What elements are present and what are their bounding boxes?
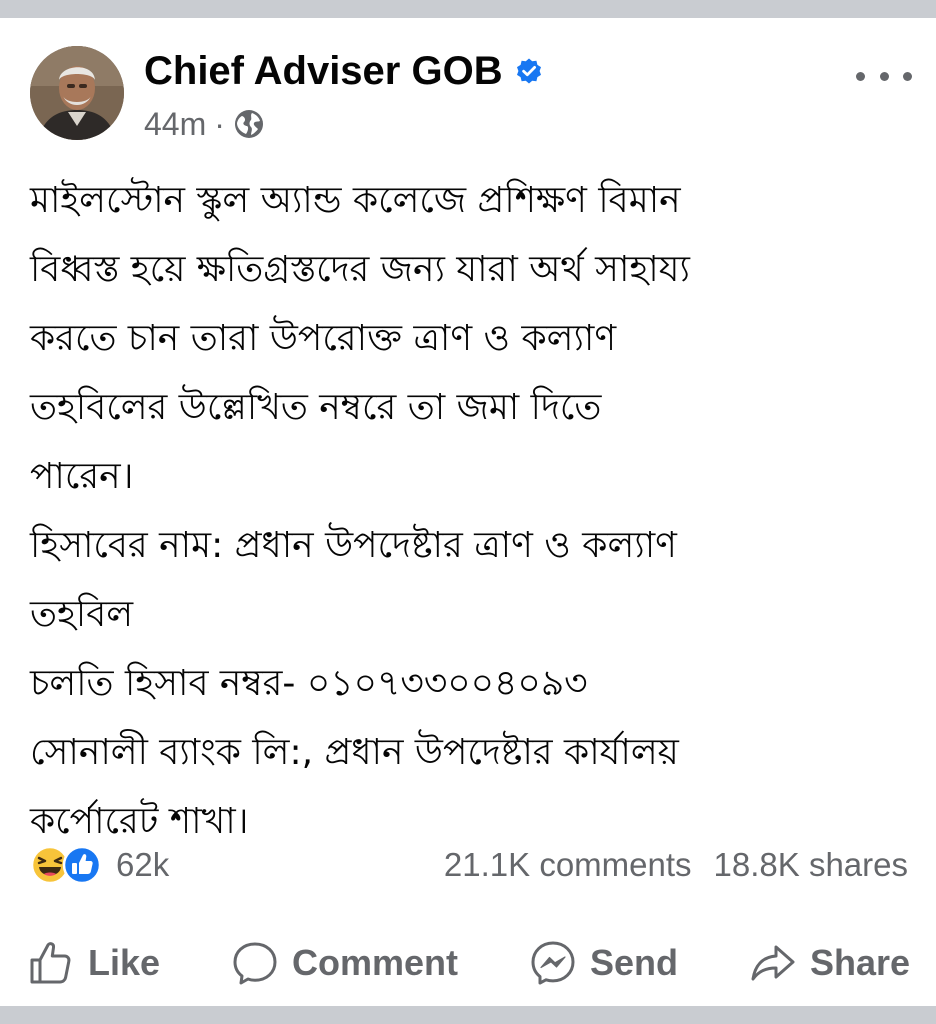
- meta-separator: ·: [214, 105, 225, 142]
- share-button[interactable]: Share: [748, 938, 910, 988]
- verified-badge-icon: [515, 57, 543, 85]
- engagement-counts: 21.1K comments 18.8K shares: [444, 846, 908, 884]
- post-meta: 44m ·: [144, 104, 543, 144]
- post-text-line: হিসাবের নাম: প্রধান উপদেষ্টার ত্রাণ ও কল…: [30, 525, 677, 566]
- send-label: Send: [589, 942, 678, 983]
- share-arrow-icon: [748, 938, 798, 988]
- post-text-line: মাইলস্টোন স্কুল অ্যান্ড কলেজে প্রশিক্ষণ …: [30, 180, 681, 221]
- post-text: মাইলস্টোন স্কুল অ্যান্ড কলেজে প্রশিক্ষণ …: [30, 166, 910, 856]
- post-text-line: চলতি হিসাব নম্বর- ০১০৭৩৩০০৪০৯৩: [30, 663, 588, 704]
- comment-bubble-icon: [230, 938, 280, 988]
- post-text-line: সোনালী ব্যাংক লি:, প্রধান উপদেষ্টার কার্…: [30, 732, 679, 773]
- post-stats: 62k 21.1K comments 18.8K shares: [30, 840, 908, 890]
- send-button[interactable]: Send: [528, 938, 678, 988]
- like-label: Like: [88, 942, 161, 983]
- reactions-summary[interactable]: 62k: [30, 845, 169, 885]
- shares-count[interactable]: 18.8K shares: [714, 846, 908, 884]
- comment-label: Comment: [292, 942, 459, 983]
- post-text-line: বিধ্বস্ত হয়ে ক্ষতিগ্রস্তদের জন্য যারা অ…: [30, 249, 690, 290]
- post-timestamp[interactable]: 44m: [144, 106, 206, 143]
- action-bar: Like Comment Send Share: [26, 928, 910, 998]
- like-button[interactable]: Like: [26, 938, 160, 988]
- globe-icon: [233, 108, 265, 140]
- post-text-line: পারেন।: [30, 456, 134, 497]
- more-options-button[interactable]: [856, 64, 912, 88]
- reaction-icons: [30, 845, 108, 885]
- share-label: Share: [809, 942, 910, 983]
- comment-button[interactable]: Comment: [230, 938, 458, 988]
- post-text-line: তহবিলের উল্লেখিত নম্বরে তা জমা দিতে: [30, 387, 602, 428]
- more-options-icon: [856, 71, 865, 81]
- author-block: Chief Adviser GOB 44m ·: [144, 46, 543, 144]
- comments-count[interactable]: 21.1K comments: [444, 846, 692, 884]
- post-header: Chief Adviser GOB 44m ·: [30, 46, 916, 146]
- author-avatar[interactable]: [30, 46, 124, 140]
- author-name[interactable]: Chief Adviser GOB: [144, 49, 503, 94]
- post-text-line: করতে চান তারা উপরোক্ত ত্রাণ ও কল্যাণ: [30, 318, 617, 359]
- more-options-icon-dot: [879, 71, 889, 81]
- thumbs-up-icon: [26, 938, 76, 988]
- reaction-count: 62k: [116, 846, 170, 883]
- post-text-line: তহবিল: [30, 594, 134, 635]
- messenger-icon: [528, 938, 578, 988]
- like-reaction-icon: [62, 845, 102, 885]
- more-options-icon-dot: [903, 71, 912, 81]
- author-line: Chief Adviser GOB: [144, 46, 543, 96]
- post-card: Chief Adviser GOB 44m · মাইলস্টোন স্কুল …: [0, 18, 936, 1006]
